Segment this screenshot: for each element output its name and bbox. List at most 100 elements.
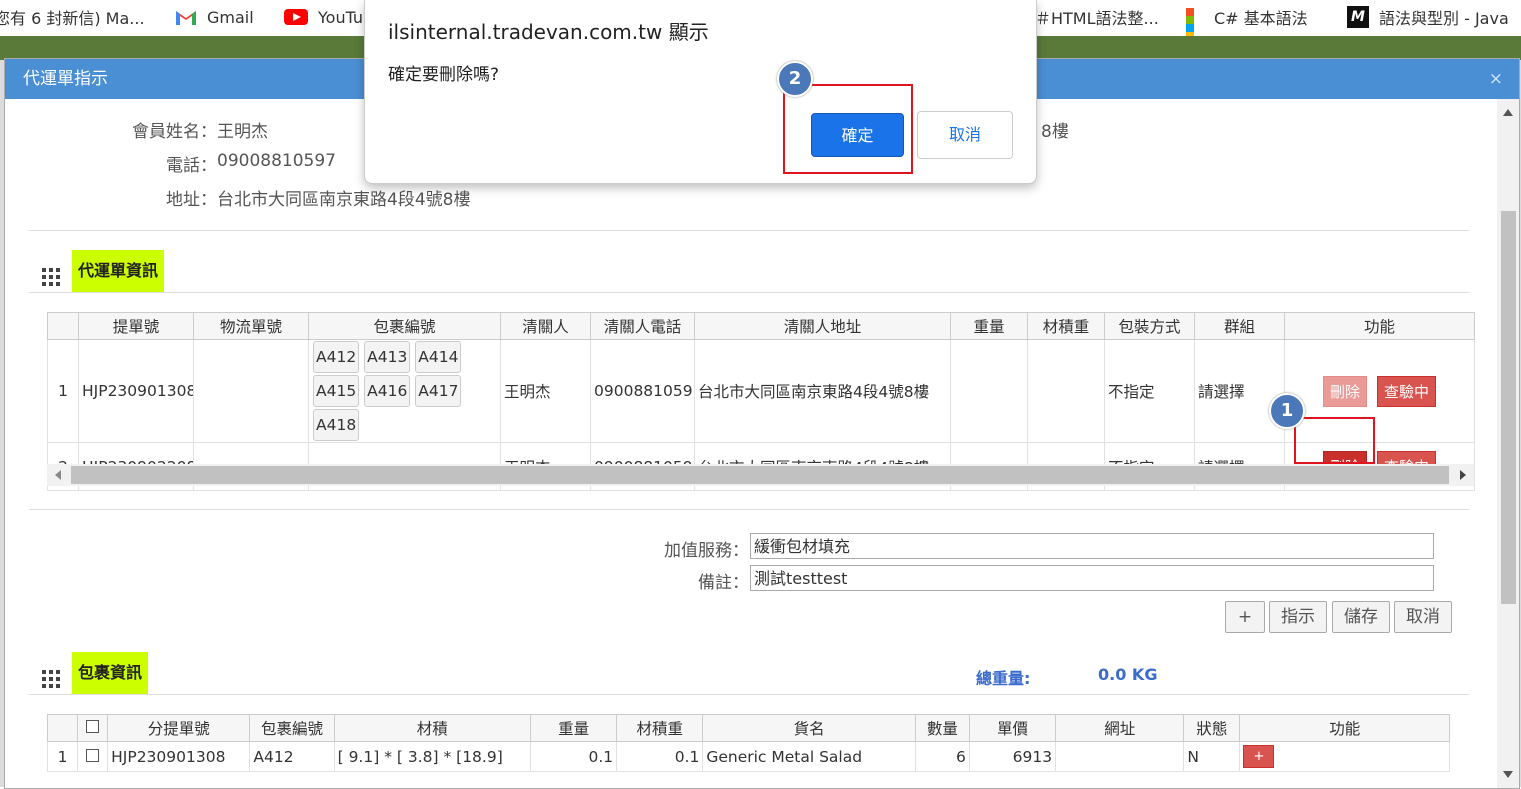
bill-number: HJP230901308 (78, 339, 194, 443)
clearer-address: 台北市大同區南京東路4段4號8樓 (694, 339, 951, 443)
bookmark-csharp[interactable]: C# 基本語法 (1186, 0, 1308, 40)
column-header: 功能 (1239, 714, 1450, 742)
column-header[interactable]: 材積重 (616, 714, 704, 742)
add-button[interactable]: + (1225, 601, 1265, 633)
add-row-button[interactable]: + (1243, 745, 1275, 768)
bookmark-label: YouTu (318, 7, 364, 27)
column-header[interactable]: 清關人電話 (590, 312, 695, 340)
column-header[interactable]: 數量 (914, 714, 970, 742)
column-header: 功能 (1284, 312, 1475, 340)
package-tag[interactable]: A413 (364, 341, 411, 373)
delete-button[interactable]: 刪除 (1323, 375, 1368, 407)
column-header[interactable]: 提單號 (78, 312, 194, 340)
dialog-title: ilsinternal.tradevan.com.tw 顯示 (388, 20, 709, 44)
status: N (1183, 741, 1241, 772)
column-header[interactable]: 重量 (529, 714, 618, 742)
column-header[interactable]: 分提單號 (107, 714, 251, 742)
section-title-package: 包裹資訊 (72, 652, 149, 694)
row-number: 1 (46, 741, 79, 772)
value-added-input[interactable]: 緩衝包材填充 (750, 533, 1434, 559)
divider (29, 292, 1469, 293)
row-checkbox[interactable] (77, 741, 109, 772)
vertical-scrollbar[interactable] (1497, 99, 1519, 788)
remark-input[interactable]: 測試testtest (750, 565, 1434, 591)
save-button[interactable]: 儲存 (1332, 601, 1390, 633)
divider (29, 509, 1469, 510)
package-tag[interactable]: A414 (415, 341, 462, 373)
horizontal-scrollbar[interactable] (47, 464, 1474, 486)
gmail-icon (175, 9, 197, 25)
package-tag[interactable]: A416 (364, 375, 411, 407)
bookmark-label: Gmail (207, 7, 254, 27)
inspect-button[interactable]: 查驗中 (1376, 375, 1436, 407)
column-header[interactable]: 狀態 (1183, 714, 1241, 742)
package-number: A412 (249, 741, 335, 772)
column-header[interactable]: 清關人地址 (694, 312, 951, 340)
scroll-down-icon[interactable] (1503, 771, 1513, 778)
scroll-thumb[interactable] (1501, 211, 1516, 604)
modal-title: 代運單指示 (23, 69, 108, 89)
package-list: A412 A413 A414 A415 A416 A417 A418 (308, 339, 501, 443)
bookmark-youtube[interactable]: YouTu (284, 0, 363, 34)
column-header[interactable]: 包裹編號 (249, 714, 335, 742)
member-name: 王明杰 (217, 122, 268, 142)
table-row[interactable]: 1 HJP230901308 A412 A413 A414 A415 A416 … (47, 339, 1475, 443)
column-header (47, 312, 79, 340)
step-badge-1: 1 (1269, 393, 1305, 429)
group-select[interactable]: 請選擇 (1194, 339, 1285, 443)
weight: 0.1 (529, 741, 618, 772)
column-header[interactable]: 單價 (968, 714, 1057, 742)
column-header[interactable]: 網址 (1055, 714, 1185, 742)
scroll-up-icon[interactable] (1503, 109, 1513, 116)
packing-method[interactable]: 不指定 (1104, 339, 1195, 443)
volume: [ 9.1] * [ 3.8] * [18.9] (333, 741, 532, 772)
select-all-checkbox[interactable] (77, 714, 109, 742)
column-header[interactable]: 清關人 (500, 312, 591, 340)
package-tag[interactable]: A417 (415, 375, 462, 407)
cancel-button[interactable]: 取消 (1394, 601, 1452, 633)
column-header[interactable]: 材積重 (1027, 312, 1105, 340)
package-tag[interactable]: A418 (313, 409, 360, 441)
close-icon[interactable]: × (1489, 59, 1503, 99)
scroll-right-icon[interactable] (1460, 470, 1466, 480)
column-header[interactable]: 物流單號 (193, 312, 309, 340)
phone-label: 電話： (166, 156, 217, 176)
package-tag[interactable]: A412 (313, 341, 360, 373)
m-logo-icon: M (1347, 6, 1369, 28)
row-number: 1 (47, 339, 79, 443)
column-header[interactable]: 群組 (1194, 312, 1285, 340)
url (1055, 741, 1185, 772)
package-tag[interactable]: A415 (313, 375, 360, 407)
bookmark-label: C# 基本語法 (1214, 9, 1308, 28)
instruct-button[interactable]: 指示 (1269, 601, 1327, 633)
quantity: 6 (914, 741, 970, 772)
column-header[interactable]: 材積 (333, 714, 532, 742)
volume-weight: 0.1 (616, 741, 704, 772)
bookmark-gmail[interactable]: Gmail (175, 0, 254, 34)
confirm-cancel-button[interactable]: 取消 (917, 111, 1013, 159)
grid-icon (42, 268, 60, 286)
bookmark-mail[interactable]: 您有 6 封新信) Ma... (0, 0, 145, 34)
weight (950, 339, 1028, 443)
clearer-phone: 09008810597 (590, 339, 695, 443)
bookmark-java[interactable]: M 語法與型別 - Java (1347, 0, 1509, 34)
grid-icon (42, 670, 60, 688)
dialog-message: 確定要刪除嗎? (388, 65, 500, 85)
bookmark-label: ＃HTML語法整... (1035, 9, 1159, 28)
divider (29, 230, 1469, 231)
divider (29, 694, 1469, 695)
scroll-thumb[interactable] (71, 466, 1449, 484)
column-header[interactable]: 包裝方式 (1104, 312, 1195, 340)
table-row[interactable]: 1 HJP230901308 A412 [ 9.1] * [ 3.8] * [1… (46, 741, 1450, 772)
modal-body: 會員姓名： 王明杰 電話： 09008810597 地址： 台北市大同區南京東路… (5, 99, 1497, 788)
column-header[interactable]: 重量 (950, 312, 1028, 340)
column-header (46, 714, 79, 742)
column-header[interactable]: 包裹編號 (308, 312, 501, 340)
bookmark-html[interactable]: ＃HTML語法整... (1035, 0, 1159, 34)
column-header[interactable]: 貨名 (702, 714, 916, 742)
bookmark-label: 您有 6 封新信) Ma... (0, 9, 145, 28)
scroll-left-icon[interactable] (55, 470, 61, 480)
member-address: 台北市大同區南京東路4段4號8樓 (217, 190, 471, 210)
value-added-label: 加值服務： (664, 541, 749, 561)
goods-name: Generic Metal Salad (702, 741, 916, 772)
